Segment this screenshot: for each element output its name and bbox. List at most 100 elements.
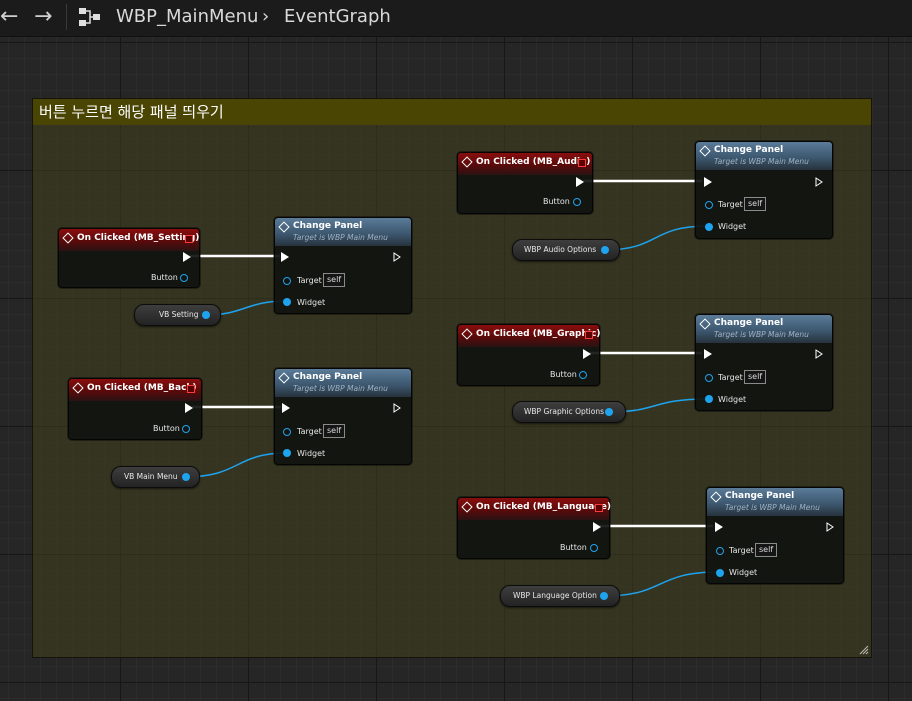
function-header: Change Panel Target is WBP Main Menu: [696, 315, 832, 343]
resize-grip-icon[interactable]: [859, 645, 869, 655]
function-icon: [699, 318, 711, 330]
delegate-pin-icon[interactable]: [185, 235, 193, 243]
breadcrumb-graph[interactable]: EventGraph: [284, 5, 391, 29]
widget-pin-icon[interactable]: [283, 449, 291, 457]
target-pin-label: Target: [718, 373, 743, 382]
getter-output-pin-icon[interactable]: [600, 592, 608, 600]
event-title: On Clicked (MB_Back): [87, 383, 197, 393]
event-node-graphic[interactable]: On Clicked (MB_Graphic) Button: [457, 324, 600, 386]
exec-out-pin[interactable]: [183, 252, 191, 262]
forward-arrow-icon[interactable]: →: [34, 3, 52, 31]
getter-wbp-graphic-options[interactable]: WBP Graphic Options: [512, 401, 626, 423]
exec-out-pin[interactable]: [815, 349, 823, 359]
change-panel-node-language[interactable]: Change Panel Target is WBP Main Menu Tar…: [706, 487, 844, 584]
function-title: Change Panel: [293, 372, 363, 382]
exec-out-pin[interactable]: [583, 349, 591, 359]
back-arrow-icon[interactable]: ←: [0, 3, 18, 31]
widget-pin-label: Widget: [718, 222, 747, 231]
target-self-field[interactable]: self: [323, 273, 346, 287]
delegate-pin-icon[interactable]: [187, 385, 195, 393]
getter-label: WBP Audio Options: [524, 245, 597, 254]
exec-out-pin[interactable]: [393, 403, 401, 413]
target-pin-label: Target: [718, 200, 743, 209]
exec-in-pin[interactable]: [704, 177, 712, 187]
getter-label: VB Setting: [159, 310, 199, 319]
getter-wbp-language-option[interactable]: WBP Language Option: [500, 585, 620, 607]
target-self-field[interactable]: self: [744, 370, 767, 384]
target-self-field[interactable]: self: [755, 543, 778, 557]
getter-label: WBP Graphic Options: [524, 407, 605, 416]
widget-pin-label: Widget: [297, 298, 326, 307]
function-icon: [710, 491, 722, 503]
event-node-back[interactable]: On Clicked (MB_Back) Button: [68, 378, 202, 440]
exec-in-pin[interactable]: [281, 252, 289, 262]
event-diamond-icon: [62, 232, 74, 244]
exec-out-pin[interactable]: [593, 522, 601, 532]
getter-wbp-audio-options[interactable]: WBP Audio Options: [512, 239, 620, 261]
target-pin-icon[interactable]: [705, 201, 713, 209]
button-pin-icon[interactable]: [579, 371, 587, 379]
exec-in-pin[interactable]: [715, 522, 723, 532]
target-self-field[interactable]: self: [323, 424, 346, 438]
function-title: Change Panel: [293, 221, 363, 231]
target-pin-icon[interactable]: [283, 277, 291, 285]
function-header: Change Panel Target is WBP Main Menu: [696, 142, 832, 170]
event-node-language[interactable]: On Clicked (MB_Language) Button: [457, 497, 611, 559]
widget-pin-label: Widget: [729, 568, 758, 577]
event-node-setting[interactable]: On Clicked (MB_Setting) Button: [58, 228, 200, 288]
function-icon: [278, 372, 290, 384]
exec-out-pin[interactable]: [576, 177, 584, 187]
function-icon: [699, 145, 711, 157]
delegate-pin-icon[interactable]: [578, 159, 586, 167]
delegate-pin-icon[interactable]: [585, 331, 593, 339]
comment-title[interactable]: 버튼 누르면 해당 패널 띄우기: [33, 99, 871, 125]
delegate-pin-icon[interactable]: [595, 504, 603, 512]
exec-out-pin[interactable]: [185, 403, 193, 413]
exec-out-pin[interactable]: [826, 522, 834, 532]
exec-out-pin[interactable]: [393, 252, 401, 262]
exec-in-pin[interactable]: [704, 349, 712, 359]
getter-output-pin-icon[interactable]: [601, 246, 609, 254]
target-pin-label: Target: [297, 427, 322, 436]
getter-vb-main-menu[interactable]: VB Main Menu: [111, 466, 200, 488]
change-panel-node-audio[interactable]: Change Panel Target is WBP Main Menu Tar…: [695, 141, 833, 239]
getter-label: WBP Language Option: [513, 591, 597, 600]
widget-pin-icon[interactable]: [716, 569, 724, 577]
event-node-audio[interactable]: On Clicked (MB_Audio) Button: [457, 152, 593, 214]
event-diamond-icon: [461, 156, 473, 168]
function-subtitle: Target is WBP Main Menu: [293, 384, 388, 393]
getter-output-pin-icon[interactable]: [605, 408, 613, 416]
blueprint-graph-icon: [79, 8, 100, 26]
change-panel-node-graphic[interactable]: Change Panel Target is WBP Main Menu Tar…: [695, 314, 833, 411]
function-subtitle: Target is WBP Main Menu: [293, 233, 388, 242]
target-self-field[interactable]: self: [744, 197, 767, 211]
button-pin-icon[interactable]: [573, 198, 581, 206]
function-title: Change Panel: [725, 491, 795, 501]
target-pin-label: Target: [729, 546, 754, 555]
button-pin-label: Button: [550, 370, 577, 379]
change-panel-node-back[interactable]: Change Panel Target is WBP Main Menu Tar…: [274, 368, 412, 465]
target-pin-icon[interactable]: [705, 374, 713, 382]
widget-pin-label: Widget: [718, 395, 747, 404]
event-title: On Clicked (MB_Audio): [476, 157, 591, 167]
target-pin-label: Target: [297, 276, 322, 285]
button-pin-icon[interactable]: [590, 544, 598, 552]
widget-pin-icon[interactable]: [283, 298, 291, 306]
breadcrumb-asset[interactable]: WBP_MainMenu: [116, 5, 258, 29]
exec-in-pin[interactable]: [282, 403, 290, 413]
event-header: On Clicked (MB_Setting): [59, 229, 199, 251]
button-pin-icon[interactable]: [180, 274, 188, 282]
exec-out-pin[interactable]: [815, 177, 823, 187]
function-subtitle: Target is WBP Main Menu: [714, 330, 809, 339]
event-title: On Clicked (MB_Language): [476, 502, 611, 512]
toolbar-divider: [66, 4, 67, 30]
getter-output-pin-icon[interactable]: [182, 473, 190, 481]
button-pin-icon[interactable]: [182, 425, 190, 433]
getter-vb-setting[interactable]: VB Setting: [134, 304, 221, 326]
change-panel-node-setting[interactable]: Change Panel Target is WBP Main Menu Tar…: [274, 217, 412, 314]
getter-output-pin-icon[interactable]: [202, 311, 210, 319]
widget-pin-icon[interactable]: [705, 395, 713, 403]
target-pin-icon[interactable]: [283, 428, 291, 436]
target-pin-icon[interactable]: [716, 547, 724, 555]
widget-pin-icon[interactable]: [705, 223, 713, 231]
